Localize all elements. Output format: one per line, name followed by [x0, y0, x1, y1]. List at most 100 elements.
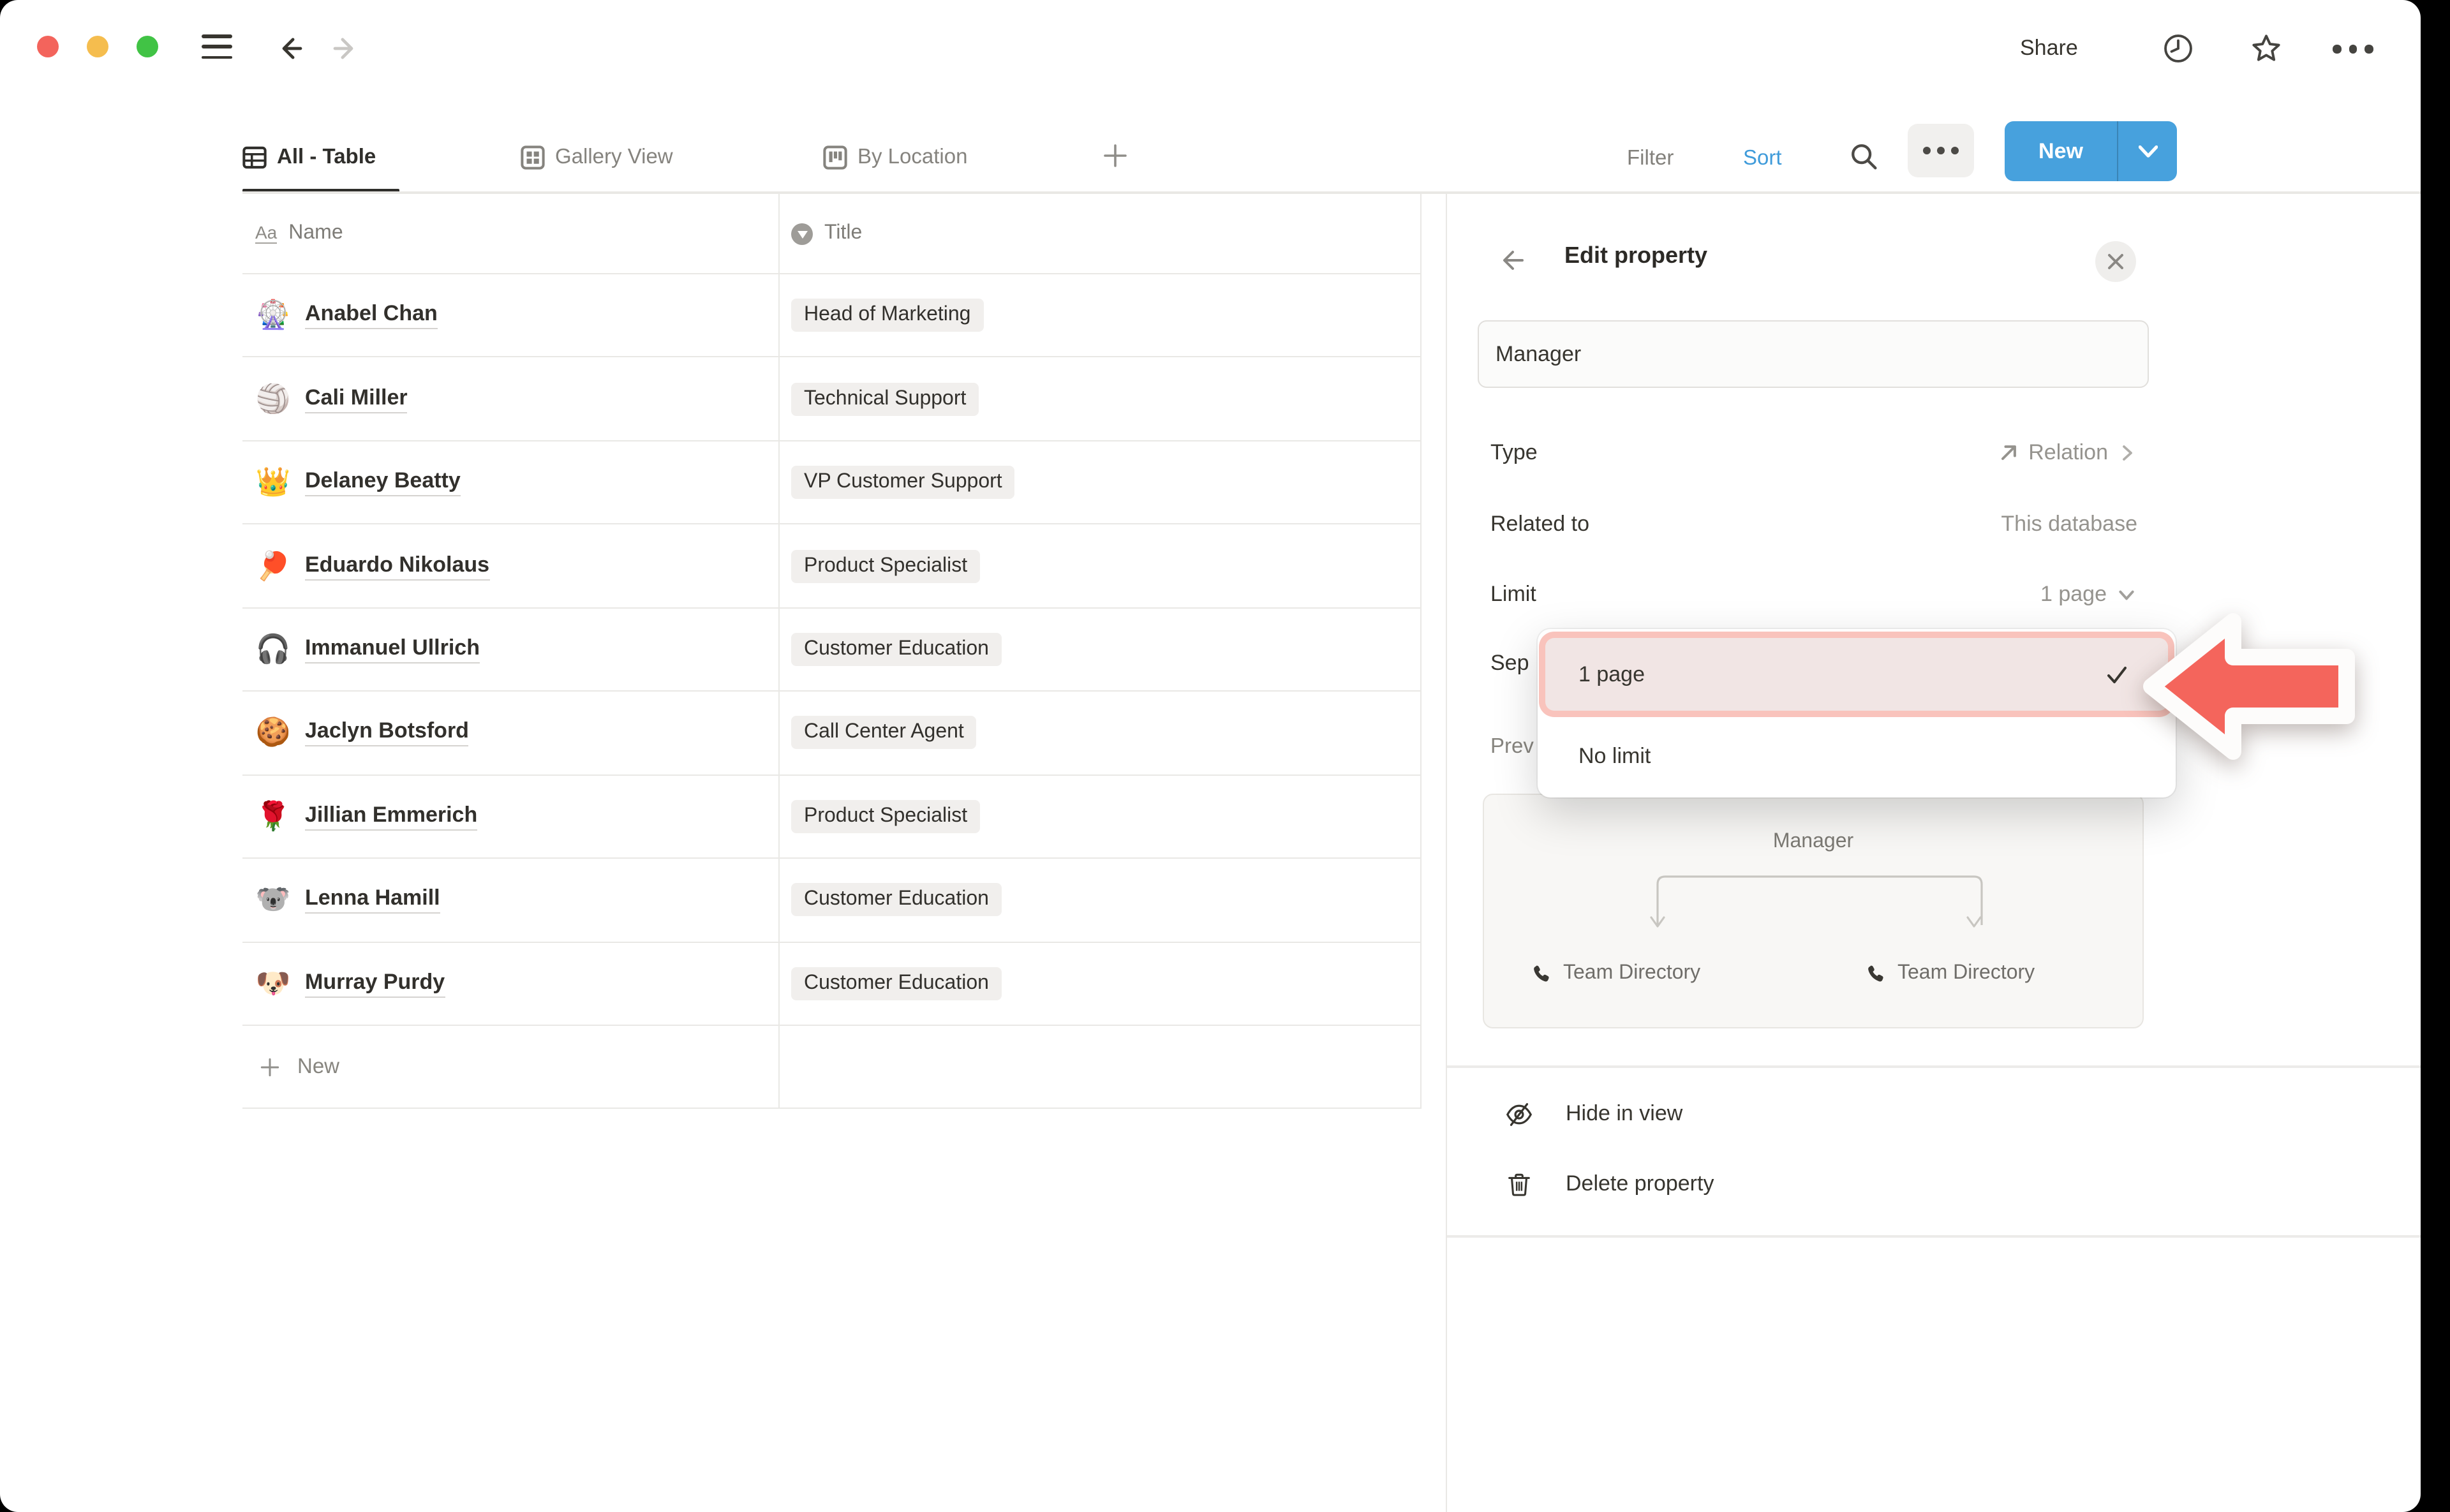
name-cell[interactable]: 👑 Delaney Beatty	[242, 441, 778, 524]
title-cell[interactable]: Customer Education	[778, 942, 1420, 1025]
favorite-star-icon[interactable]	[2248, 31, 2284, 66]
column-header-name[interactable]: Aa Name	[242, 194, 778, 273]
column-header-label: Title	[824, 222, 862, 245]
page-name-link[interactable]: Jaclyn Botsford	[305, 719, 469, 747]
share-button[interactable]: Share	[2020, 36, 2078, 61]
page-name-link[interactable]: Eduardo Nikolaus	[305, 552, 489, 580]
preview-child-label: Team Directory	[1897, 962, 2035, 985]
setting-value-text: This database	[2001, 512, 2137, 537]
name-cell[interactable]: 🌹 Jillian Emmerich	[242, 775, 778, 857]
name-cell[interactable]: 🐶 Murray Purdy	[242, 942, 778, 1025]
title-tag: Customer Education	[791, 884, 1002, 917]
table-rows: 🎡 Anabel Chan Head of Marketing 🏐 Cali M…	[242, 274, 1420, 1026]
name-cell[interactable]: 🍪 Jaclyn Botsford	[242, 692, 778, 774]
name-cell[interactable]: 🎧 Immanuel Ullrich	[242, 609, 778, 691]
tab-gallery-view[interactable]: Gallery View	[521, 122, 673, 193]
page-emoji-icon: 🎧	[255, 635, 291, 663]
tab-by-location[interactable]: By Location	[823, 122, 967, 193]
property-name-input[interactable]	[1478, 320, 2149, 388]
name-cell[interactable]: 🐨 Lenna Hamill	[242, 859, 778, 941]
preview-parent-label: Manager	[1484, 831, 2142, 854]
eye-off-icon	[1504, 1099, 1534, 1129]
setting-value[interactable]: This database	[2001, 512, 2137, 537]
traffic-light-zoom-button[interactable]	[137, 36, 158, 57]
table-row[interactable]: 🏓 Eduardo Nikolaus Product Specialist	[242, 525, 1420, 609]
table-row[interactable]: 🏐 Cali Miller Technical Support	[242, 358, 1420, 441]
title-cell[interactable]: Call Center Agent	[778, 692, 1420, 774]
chevron-down-icon	[2116, 584, 2137, 605]
sidebar-menu-icon[interactable]	[202, 34, 232, 59]
table-row[interactable]: 🎡 Anabel Chan Head of Marketing	[242, 274, 1420, 358]
setting-row-related-to[interactable]: Related to This database	[1490, 499, 2137, 550]
name-cell[interactable]: 🎡 Anabel Chan	[242, 274, 778, 357]
table-row[interactable]: 🍪 Jaclyn Botsford Call Center Agent	[242, 692, 1420, 775]
hide-in-view-button[interactable]: Hide in view	[1504, 1091, 1682, 1137]
phone-icon	[1864, 963, 1886, 984]
add-row-button[interactable]: New	[242, 1026, 1420, 1109]
dropdown-option-1-page[interactable]: 1 page	[1545, 638, 2168, 711]
clipped-preview-label: Prev	[1490, 735, 1534, 759]
setting-value[interactable]: Relation	[1996, 440, 2137, 466]
stage: Share All - Table	[0, 0, 2450, 1512]
annotation-arrow-left-icon	[2139, 610, 2358, 763]
add-view-icon[interactable]	[1100, 140, 1131, 171]
title-cell[interactable]: Head of Marketing	[778, 274, 1420, 357]
title-cell[interactable]: Product Specialist	[778, 525, 1420, 607]
name-cell[interactable]: 🏓 Eduardo Nikolaus	[242, 525, 778, 607]
nav-back-icon[interactable]	[276, 32, 309, 65]
table-row[interactable]: 🐨 Lenna Hamill Customer Education	[242, 859, 1420, 942]
table-body: 🎡 Anabel Chan Head of Marketing 🏐 Cali M…	[242, 274, 1420, 1109]
setting-label: Limit	[1490, 582, 1536, 607]
clipped-setting-label: Sep	[1490, 651, 1529, 676]
traffic-light-close-button[interactable]	[37, 36, 59, 57]
title-cell[interactable]: Customer Education	[778, 859, 1420, 941]
table-row[interactable]: 👑 Delaney Beatty VP Customer Support	[242, 441, 1420, 525]
table-row[interactable]: 🌹 Jillian Emmerich Product Specialist	[242, 775, 1420, 859]
nav-forward-icon[interactable]	[327, 32, 360, 65]
search-icon[interactable]	[1848, 140, 1881, 174]
view-options-icon[interactable]	[1908, 124, 1974, 177]
setting-row-type[interactable]: Type Relation	[1490, 427, 2137, 478]
table-right-border[interactable]	[1420, 194, 1422, 1109]
tab-label: All - Table	[277, 145, 376, 170]
title-tag: Customer Education	[791, 633, 1002, 666]
preview-child-label: Team Directory	[1563, 962, 1700, 985]
page-emoji-icon: 🍪	[255, 719, 291, 747]
page-name-link[interactable]: Immanuel Ullrich	[305, 635, 480, 663]
name-cell[interactable]: 🏐 Cali Miller	[242, 358, 778, 440]
panel-back-icon[interactable]	[1498, 245, 1529, 276]
table-row[interactable]: 🎧 Immanuel Ullrich Customer Education	[242, 609, 1420, 692]
toolbar-divider	[242, 191, 2421, 193]
close-panel-button[interactable]	[2095, 241, 2136, 282]
page-name-link[interactable]: Anabel Chan	[305, 301, 438, 329]
title-cell[interactable]: Product Specialist	[778, 775, 1420, 857]
column-header-title[interactable]: Title	[778, 194, 1420, 273]
more-options-icon[interactable]	[2333, 45, 2373, 53]
setting-row-limit[interactable]: Limit 1 page	[1490, 569, 2137, 620]
updates-clock-icon[interactable]	[2162, 32, 2195, 65]
title-cell[interactable]: Technical Support	[778, 358, 1420, 440]
tab-label: By Location	[858, 145, 967, 170]
sort-button[interactable]: Sort	[1743, 133, 1782, 184]
tab-all-table[interactable]: All - Table	[242, 122, 376, 193]
new-dropdown-chevron-icon[interactable]	[2117, 121, 2177, 181]
title-cell[interactable]: VP Customer Support	[778, 441, 1420, 524]
page-name-link[interactable]: Jillian Emmerich	[305, 803, 477, 831]
page-name-link[interactable]: Cali Miller	[305, 385, 408, 413]
traffic-light-minimize-button[interactable]	[87, 36, 108, 57]
page-emoji-icon: 🏓	[255, 552, 291, 580]
setting-label: Related to	[1490, 512, 1589, 537]
new-button-label[interactable]: New	[2005, 121, 2117, 181]
new-button[interactable]: New	[2005, 121, 2177, 181]
table-row[interactable]: 🐶 Murray Purdy Customer Education	[242, 942, 1420, 1026]
title-tag: VP Customer Support	[791, 466, 1015, 499]
delete-property-button[interactable]: Delete property	[1504, 1161, 1714, 1207]
title-cell[interactable]: Customer Education	[778, 609, 1420, 691]
page-name-link[interactable]: Delaney Beatty	[305, 468, 461, 496]
page-name-link[interactable]: Murray Purdy	[305, 969, 445, 997]
filter-button[interactable]: Filter	[1627, 133, 1674, 184]
setting-value-text: 1 page	[2040, 582, 2107, 607]
page-name-link[interactable]: Lenna Hamill	[305, 886, 440, 914]
dropdown-option-no-limit[interactable]: No limit	[1545, 726, 2168, 787]
setting-value[interactable]: 1 page	[2040, 582, 2137, 607]
